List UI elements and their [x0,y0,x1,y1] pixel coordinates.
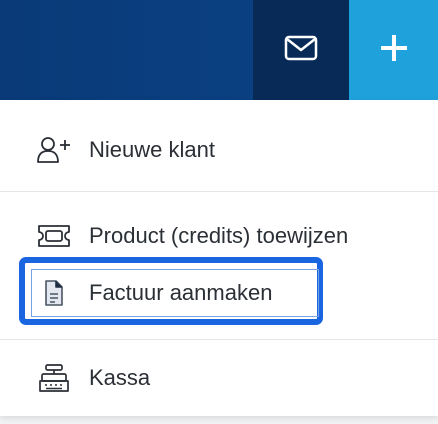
menu-item-label: Product (credits) toewijzen [89,223,349,248]
menu-item-assign-product[interactable]: Product (credits) toewijzen [0,214,438,258]
mail-button[interactable] [253,0,349,100]
divider [0,191,438,192]
invoice-document-icon [36,278,72,308]
add-user-icon [36,135,72,165]
ticket-icon [36,221,72,251]
divider [0,339,438,340]
menu-item-label: Kassa [89,365,151,390]
menu-item-create-invoice[interactable]: Factuur aanmaken [0,271,438,315]
top-bar [0,0,438,100]
menu-item-label: Nieuwe klant [89,137,215,162]
menu-item-cash-register[interactable]: Kassa [0,356,438,400]
add-button[interactable] [349,0,438,100]
plus-icon [379,33,409,68]
cash-register-icon [36,363,72,393]
menu-item-new-customer[interactable]: Nieuwe klant [0,128,438,172]
menu-item-label: Factuur aanmaken [89,280,273,305]
envelope-icon [284,35,318,66]
